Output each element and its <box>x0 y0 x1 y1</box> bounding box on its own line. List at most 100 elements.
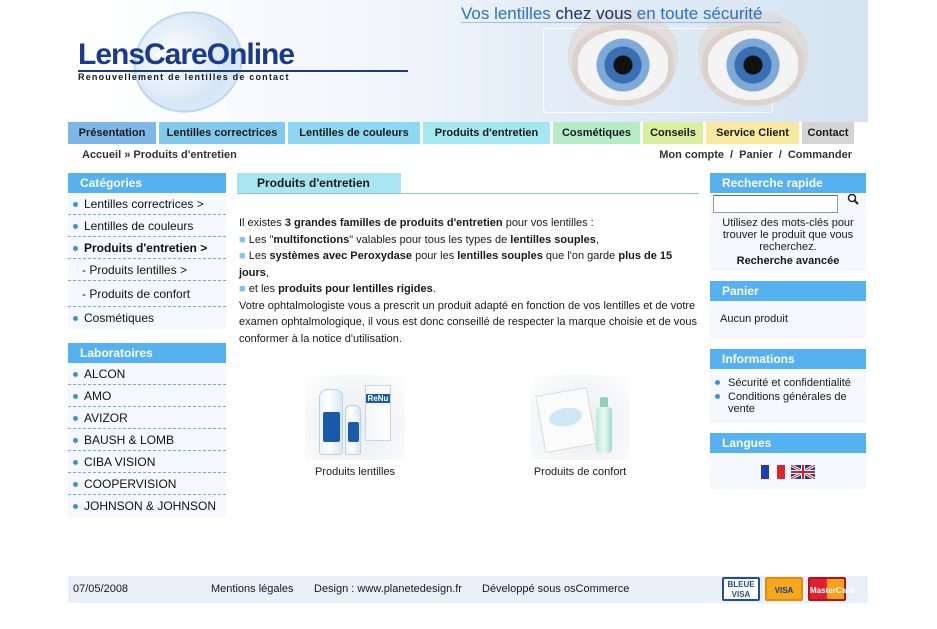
language-flags <box>710 453 866 489</box>
language-header: Langues <box>710 433 866 453</box>
bullet-icon: ■ <box>239 233 246 246</box>
category-item[interactable]: Cosmétiques <box>68 307 226 329</box>
site-tagline: Vos lentilles chez vous en toute sécurit… <box>461 4 762 24</box>
text: , <box>595 233 599 246</box>
text-bold: multifonctions <box>273 233 350 246</box>
bullet-icon: ■ <box>239 250 246 262</box>
cart-link[interactable]: Panier <box>739 149 773 161</box>
nav-tab-contact[interactable]: Contact <box>802 122 854 144</box>
spray-bottle-image <box>596 397 612 453</box>
text: pour vos lentilles : <box>502 217 594 229</box>
title-rule <box>237 193 699 194</box>
nav-tab-presentation[interactable]: Présentation <box>68 122 156 144</box>
categories-header: Catégories <box>68 173 226 193</box>
nav-tab-conseils[interactable]: Conseils <box>643 122 703 144</box>
laboratory-item[interactable]: ALCON <box>68 363 226 385</box>
subcategory-item[interactable]: - Produits lentilles > <box>68 259 226 281</box>
designer-link[interactable]: Design : www.planetedesign.fr <box>314 583 462 595</box>
product-label[interactable]: Produits de confort <box>525 466 635 478</box>
nav-tab-service-client[interactable]: Service Client <box>706 122 799 144</box>
categories-list: Lentilles correctrices > Lentilles de co… <box>68 193 226 329</box>
checkout-link[interactable]: Commander <box>788 149 852 161</box>
quick-search-body: Utilisez des mots-clés pour trouver le p… <box>710 193 866 271</box>
text-bold: lentilles souples <box>457 250 543 262</box>
footer: 07/05/2008 Mentions légales Design : www… <box>68 576 868 603</box>
tagline-part-2: chez vous <box>550 4 637 23</box>
product-label[interactable]: Produits lentilles <box>303 466 407 478</box>
english-flag-icon[interactable] <box>791 465 815 479</box>
text: . <box>432 283 436 295</box>
laboratories-list: ALCON AMO AVIZOR BAUSH & LOMB CIBA VISIO… <box>68 363 226 517</box>
my-account-link[interactable]: Mon compte <box>659 149 724 161</box>
category-item[interactable]: Lentilles correctrices > <box>68 193 226 215</box>
text: Votre ophtalmologiste vous a prescrit un… <box>239 299 697 345</box>
text-bold: 3 grandes familles de produits d'entreti… <box>284 217 503 229</box>
text-bold: lentilles souples <box>510 233 596 246</box>
cart-empty-text: Aucun produit <box>720 313 788 325</box>
product-box-image <box>365 385 391 441</box>
text: que l'on garde <box>542 250 619 262</box>
text: Il existes <box>239 217 285 229</box>
search-icon[interactable] <box>847 193 859 205</box>
account-links: Mon compte / Panier / Commander <box>659 149 852 161</box>
product-card-confort[interactable]: Produits de confort <box>525 375 635 478</box>
subcategory-item[interactable]: - Produits de confort <box>68 281 226 307</box>
text: Les " <box>248 233 274 246</box>
bullet-icon: ■ <box>239 283 246 295</box>
visa-icon: VISA <box>765 577 803 601</box>
quick-search-header: Recherche rapide <box>710 173 866 193</box>
laboratories-header: Laboratoires <box>68 343 226 363</box>
product-image[interactable] <box>530 375 630 460</box>
text-bold: produits pour lentilles rigides <box>278 283 433 295</box>
laboratory-item[interactable]: BAUSH & LOMB <box>68 429 226 451</box>
product-image[interactable] <box>305 375 405 460</box>
breadcrumb: Accueil » Produits d'entretien <box>82 149 237 161</box>
search-input[interactable] <box>713 195 838 213</box>
info-header: Informations <box>710 349 866 369</box>
product-card-lentilles[interactable]: Produits lentilles <box>303 375 407 478</box>
eye-image-right <box>708 30 798 100</box>
site-subtitle: Renouvellement de lentilles de contact <box>78 72 290 82</box>
breadcrumb-home-link[interactable]: Accueil <box>82 149 121 161</box>
site-logo[interactable]: LensCareOnline <box>78 38 295 72</box>
nav-tab-lentilles-correctrices[interactable]: Lentilles correctrices <box>159 122 285 144</box>
info-link-security[interactable]: Sécurité et confidentialité <box>710 377 866 389</box>
eye-image-left <box>578 30 668 100</box>
laboratory-item[interactable]: CIBA VISION <box>68 451 226 473</box>
carte-bleue-icon: BLEUE VISA <box>722 577 760 601</box>
laboratory-item[interactable]: COOPERVISION <box>68 473 226 495</box>
text: " valables pour tous les types de <box>349 233 511 246</box>
text: pour les <box>412 250 458 262</box>
laboratory-item[interactable]: JOHNSON & JOHNSON <box>68 495 226 517</box>
category-item-active[interactable]: Produits d'entretien > <box>68 237 226 259</box>
advanced-search-link[interactable]: Recherche avancée <box>710 253 866 271</box>
header-banner: LensCareOnline Renouvellement de lentill… <box>68 0 868 122</box>
nav-tab-produits-entretien[interactable]: Produits d'entretien <box>423 122 550 144</box>
account-separator: / <box>778 149 782 161</box>
nav-tab-cosmetiques[interactable]: Cosmétiques <box>553 122 640 144</box>
bottle-image <box>319 389 343 455</box>
intro-text: Il existes 3 grandes familles de produit… <box>239 215 697 347</box>
info-link-conditions[interactable]: Conditions générales de vente <box>710 391 866 415</box>
tagline-part-1: Vos lentilles <box>461 4 551 23</box>
quick-search-box: Recherche rapide Utilisez des mots-clés … <box>710 173 866 271</box>
language-box: Langues <box>710 433 866 489</box>
nav-tab-lentilles-couleurs[interactable]: Lentilles de couleurs <box>288 122 420 144</box>
info-box: Informations Sécurité et confidentialité… <box>710 349 866 423</box>
footer-date: 07/05/2008 <box>73 583 129 595</box>
account-separator: / <box>730 149 734 161</box>
french-flag-icon[interactable] <box>761 465 785 479</box>
right-column: Recherche rapide Utilisez des mots-clés … <box>710 173 866 499</box>
page-title: Produits d'entretien <box>237 173 401 193</box>
legal-link[interactable]: Mentions légales <box>211 583 294 595</box>
laboratory-item[interactable]: AVIZOR <box>68 407 226 429</box>
left-column: Catégories Lentilles correctrices > Lent… <box>68 173 226 517</box>
text: et les <box>245 283 279 295</box>
oscommerce-link[interactable]: Développé sous osCommerce <box>482 583 629 595</box>
text-bold: systèmes avec Peroxydase <box>269 250 413 262</box>
page: LensCareOnline Renouvellement de lentill… <box>68 0 868 629</box>
category-item[interactable]: Lentilles de couleurs <box>68 215 226 237</box>
text: , <box>265 266 269 279</box>
breadcrumb-current-link[interactable]: Produits d'entretien <box>133 149 236 161</box>
laboratory-item[interactable]: AMO <box>68 385 226 407</box>
